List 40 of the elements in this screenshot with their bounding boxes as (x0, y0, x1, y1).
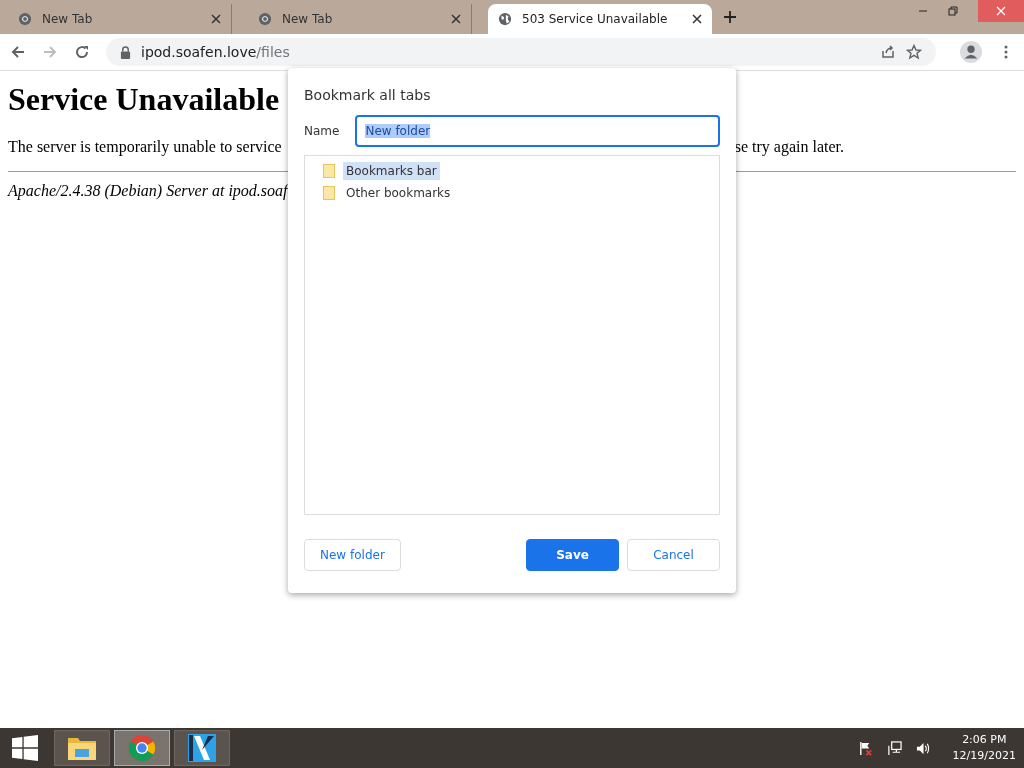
network-icon[interactable] (886, 740, 902, 756)
star-icon[interactable] (906, 44, 922, 60)
browser-tab[interactable]: 503 Service Unavailable (488, 4, 712, 34)
url-text: ipod.soafen.love/files (141, 44, 290, 60)
back-icon[interactable] (10, 44, 26, 60)
clock-time[interactable]: 2:06 PM (962, 732, 1007, 748)
close-icon[interactable] (451, 14, 461, 24)
globe-icon (498, 12, 512, 26)
taskbar-app[interactable] (174, 730, 230, 766)
flag-icon[interactable] (857, 740, 873, 756)
windows-start-icon[interactable] (12, 735, 38, 761)
chrome-icon (18, 12, 32, 26)
share-icon[interactable] (880, 44, 896, 60)
lock-icon (120, 45, 131, 59)
restore-icon[interactable] (948, 6, 958, 16)
close-icon (996, 6, 1006, 16)
reload-icon[interactable] (74, 44, 90, 60)
dialog-title: Bookmark all tabs (304, 87, 432, 103)
server-signature: Apache/2.4.38 (Debian) Server at ipod.soaf (8, 182, 288, 200)
address-bar[interactable]: ipod.soafen.love/files (106, 38, 936, 66)
clock-date[interactable]: 12/19/2021 (952, 748, 1016, 764)
close-icon[interactable] (211, 14, 221, 24)
name-field[interactable]: New folder (355, 115, 720, 147)
save-button[interactable]: Save (526, 539, 619, 571)
chrome-icon (258, 12, 272, 26)
profile-icon[interactable] (960, 41, 982, 63)
folder-item[interactable]: Other bookmarks (343, 184, 454, 202)
message-text: The server is temporarily unable to service (8, 138, 282, 156)
folder-icon (323, 186, 335, 200)
close-icon[interactable] (692, 14, 702, 24)
cancel-button[interactable]: Cancel (627, 539, 720, 571)
page-heading: Service Unavailable (8, 81, 280, 118)
name-label: Name (304, 124, 340, 138)
folder-icon (323, 164, 335, 178)
new-folder-button[interactable]: New folder (304, 539, 401, 571)
chrome-icon (127, 733, 157, 763)
speaker-icon[interactable] (915, 740, 931, 756)
film-icon (186, 732, 218, 764)
new-tab-icon[interactable] (724, 11, 736, 23)
folder-item[interactable]: Bookmarks bar (343, 162, 440, 180)
